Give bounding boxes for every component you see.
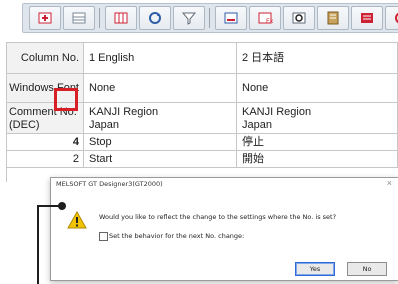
cell-japanese[interactable]: 2 日本語	[237, 43, 398, 74]
cell-english[interactable]: 1 English	[84, 43, 237, 74]
warning-icon	[67, 211, 87, 229]
comment-table: Column No. 1 English 2 日本語 Windows Font …	[6, 42, 398, 182]
refresh-button[interactable]	[139, 6, 171, 30]
flag-icon	[361, 13, 373, 23]
callout-line-horizontal	[37, 205, 59, 207]
filter-button[interactable]	[173, 6, 205, 30]
dialog-title: MELSOFT GT Designer3(GT2000)	[56, 180, 163, 188]
comment-text-japanese[interactable]: 停止	[237, 134, 398, 151]
insert-row-icon	[72, 12, 86, 24]
yes-button[interactable]: Yes	[295, 262, 335, 276]
flag-button[interactable]	[351, 6, 383, 30]
callout-dot	[58, 202, 66, 210]
dialog-message: Would you like to reflect the change to …	[99, 213, 337, 221]
insert-row-button[interactable]	[63, 6, 95, 30]
no-button[interactable]: No	[347, 262, 387, 276]
import-button[interactable]	[215, 6, 247, 30]
dialog-body: Would you like to reflect the change to …	[51, 192, 397, 280]
comment-no-cell[interactable]: 4	[7, 134, 84, 151]
search-icon	[292, 12, 306, 24]
table-icon	[114, 12, 128, 24]
refresh-icon	[149, 12, 161, 24]
toolbar: Ex	[22, 3, 398, 33]
checkbox-label: Set the behavior for the next No. change…	[109, 232, 245, 240]
row-header-column-no: Column No.	[7, 43, 84, 74]
import-icon	[224, 12, 238, 24]
comment-text-english[interactable]: Stop	[84, 134, 237, 151]
svg-text:Ex: Ex	[266, 18, 273, 25]
table-button[interactable]	[105, 6, 137, 30]
export-button[interactable]: Ex	[249, 6, 281, 30]
comment-no-cell[interactable]: 2	[7, 151, 84, 168]
add-row-icon	[38, 12, 52, 24]
cell-region-1[interactable]: KANJI Region Japan	[84, 103, 237, 134]
highlight-box	[54, 88, 78, 111]
search-button[interactable]	[283, 6, 315, 30]
comment-text-english[interactable]: Start	[84, 151, 237, 168]
cell-region-2[interactable]: KANJI Region Japan	[237, 103, 398, 134]
export-icon: Ex	[258, 12, 273, 25]
comment-text-japanese[interactable]: 開始	[237, 151, 398, 168]
book-button[interactable]	[317, 6, 349, 30]
next-change-checkbox[interactable]	[99, 232, 108, 241]
add-row-button[interactable]	[29, 6, 61, 30]
cell-font-1[interactable]: None	[84, 74, 237, 103]
callout-line-vertical	[37, 205, 39, 284]
more-icon	[395, 12, 398, 24]
close-icon[interactable]: ×	[387, 178, 392, 188]
book-icon	[327, 11, 339, 25]
more-button[interactable]	[385, 6, 398, 30]
filter-icon	[181, 12, 197, 25]
confirm-dialog: MELSOFT GT Designer3(GT2000) × Would you…	[50, 177, 398, 281]
cell-font-2[interactable]: None	[237, 74, 398, 103]
